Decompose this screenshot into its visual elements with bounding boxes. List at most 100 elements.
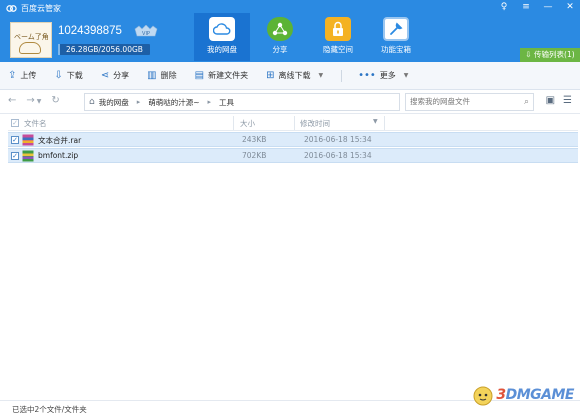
avatar-doodle-icon	[19, 42, 41, 54]
share-icon	[267, 17, 293, 41]
toolbar: ⇪ 上传 ⇩ 下载 ⋖ 分享 ▥ 删除 ▤ 新建文件夹 ⊞ 离线下载 ▼ •••…	[0, 62, 580, 90]
column-header-size[interactable]: 大小	[240, 118, 255, 129]
share-button[interactable]: ⋖ 分享	[101, 62, 129, 90]
download-label: 下载	[66, 71, 83, 80]
list-view-icon[interactable]: ☰	[563, 95, 572, 106]
table-row[interactable]: ✓ bmfont.zip 702KB 2016-06-18 15:34	[8, 148, 578, 163]
user-id: 1024398875	[58, 25, 122, 37]
home-icon[interactable]: ⌂	[89, 97, 95, 107]
tab-my-disk[interactable]: 我的网盘	[194, 13, 250, 61]
window-controls: ♀ ≡ — ✕	[498, 2, 576, 12]
row-checkbox[interactable]: ✓	[11, 136, 19, 144]
header-bar: 百度云管家 ♀ ≡ — ✕ ベーム了角 1024398875 VIP 26.28…	[0, 0, 580, 62]
column-header-modified[interactable]: 修改时间	[300, 118, 330, 129]
more-button[interactable]: ••• 更多 ▼	[358, 62, 408, 90]
tab-label: 功能宝箱	[381, 45, 411, 54]
column-divider	[233, 116, 234, 130]
watermark-text: DMGAME	[505, 387, 575, 403]
column-divider	[294, 116, 295, 130]
forward-arrow-icon[interactable]: →	[26, 95, 34, 106]
thumbnail-view-icon[interactable]: ▣	[546, 95, 555, 106]
user-panel: ベーム了角 1024398875 VIP 26.28GB/2056.00GB	[10, 18, 190, 60]
breadcrumb-item[interactable]: 我的网盘	[99, 97, 129, 108]
new-folder-button[interactable]: ▤ 新建文件夹	[195, 62, 248, 90]
close-icon[interactable]: ✕	[564, 2, 576, 12]
tab-label: 我的网盘	[207, 45, 237, 54]
breadcrumb-separator-icon: ▸	[207, 98, 212, 106]
address-row: ← → ▼ ↻ ⌂ 我的网盘 ▸ 萌萌哒的汁源~ ▸ 工具 搜索我的网盘文件 ⌕…	[0, 90, 580, 114]
upload-button[interactable]: ⇪ 上传	[8, 62, 36, 90]
avatar-doodle-text: ベーム了角	[14, 33, 49, 41]
chevron-down-icon: ▼	[318, 72, 324, 79]
search-input[interactable]: 搜索我的网盘文件 ⌕	[405, 93, 534, 111]
app-title: 百度云管家	[21, 4, 61, 13]
delete-label: 删除	[160, 71, 177, 80]
menu-icon[interactable]: ≡	[520, 2, 532, 12]
tab-label: 隐藏空间	[323, 45, 353, 54]
list-header: ✓ 文件名 大小 修改时间 ▼	[8, 115, 578, 131]
skin-icon[interactable]: ♀	[498, 2, 510, 12]
search-placeholder: 搜索我的网盘文件	[410, 97, 470, 106]
tab-label: 分享	[272, 45, 288, 54]
download-button[interactable]: ⇩ 下载	[54, 62, 82, 90]
offline-download-label: 离线下载	[278, 71, 311, 80]
transfer-list-label: 传输列表(1)	[534, 50, 575, 59]
refresh-icon[interactable]: ↻	[51, 95, 59, 106]
file-modified: 2016-06-18 15:34	[304, 135, 372, 144]
vip-label: VIP	[142, 31, 150, 37]
view-switcher: ▣ ☰	[546, 95, 572, 106]
upload-label: 上传	[20, 71, 37, 80]
share-small-icon: ⋖	[100, 70, 110, 81]
column-header-name[interactable]: 文件名	[24, 118, 47, 129]
breadcrumb[interactable]: ⌂ 我的网盘 ▸ 萌萌哒的汁源~ ▸ 工具	[84, 93, 400, 111]
search-icon[interactable]: ⌕	[524, 94, 529, 110]
watermark-prefix: 3	[496, 387, 506, 403]
dropdown-arrow-icon[interactable]: ▼	[37, 98, 42, 106]
vip-badge-icon[interactable]: VIP	[133, 25, 159, 38]
title-bar: 百度云管家	[6, 3, 61, 14]
file-name: bmfont.zip	[38, 151, 79, 160]
share-label: 分享	[113, 71, 130, 80]
cloud-icon	[209, 17, 235, 41]
watermark-mascot-icon	[473, 386, 493, 406]
chevron-down-icon: ▼	[403, 72, 409, 79]
tab-hidden-space[interactable]: 隐藏空间	[310, 13, 366, 61]
selection-status: 已选中2个文件/文件夹	[12, 405, 87, 414]
column-divider	[384, 116, 385, 130]
file-name: 文本合并.rar	[38, 136, 82, 145]
breadcrumb-item[interactable]: 工具	[219, 97, 234, 108]
breadcrumb-item[interactable]: 萌萌哒的汁源~	[148, 97, 199, 108]
delete-button[interactable]: ▥ 删除	[147, 62, 176, 90]
tab-toolbox[interactable]: 功能宝箱	[368, 13, 424, 61]
file-size: 243KB	[242, 135, 267, 144]
toolbox-icon	[383, 17, 409, 41]
select-all-checkbox[interactable]: ✓	[11, 119, 19, 127]
history-nav: ← → ▼ ↻	[8, 95, 60, 106]
download-arrow-icon: ⇩	[525, 50, 535, 59]
new-folder-icon: ▤	[194, 70, 205, 81]
transfer-list-button[interactable]: ⇩ 传输列表(1)	[520, 48, 580, 62]
baidu-cloud-logo-icon	[6, 5, 17, 12]
file-modified: 2016-06-18 15:34	[304, 151, 372, 160]
row-checkbox[interactable]: ✓	[11, 152, 19, 160]
tab-share[interactable]: 分享	[252, 13, 308, 61]
lock-icon	[325, 17, 351, 41]
new-folder-label: 新建文件夹	[208, 71, 249, 80]
quota-text: 26.28GB/2056.00GB	[66, 45, 143, 54]
trash-icon: ▥	[147, 70, 157, 81]
download-icon: ⇩	[54, 70, 63, 81]
offline-download-button[interactable]: ⊞ 离线下载 ▼	[266, 62, 323, 90]
avatar[interactable]: ベーム了角	[10, 22, 52, 58]
minimize-icon[interactable]: —	[542, 2, 554, 12]
offline-download-icon: ⊞	[266, 70, 275, 81]
quota-fill	[58, 44, 60, 55]
upload-icon: ⇪	[8, 70, 17, 81]
more-label: 更多	[379, 71, 396, 80]
toolbar-divider	[341, 69, 343, 82]
zip-archive-icon	[22, 150, 34, 162]
file-size: 702KB	[242, 151, 267, 160]
sort-chevron-icon[interactable]: ▼	[373, 118, 378, 125]
breadcrumb-separator-icon: ▸	[136, 98, 141, 106]
back-arrow-icon[interactable]: ←	[8, 95, 16, 106]
table-row[interactable]: ✓ 文本合并.rar 243KB 2016-06-18 15:34	[8, 132, 578, 147]
